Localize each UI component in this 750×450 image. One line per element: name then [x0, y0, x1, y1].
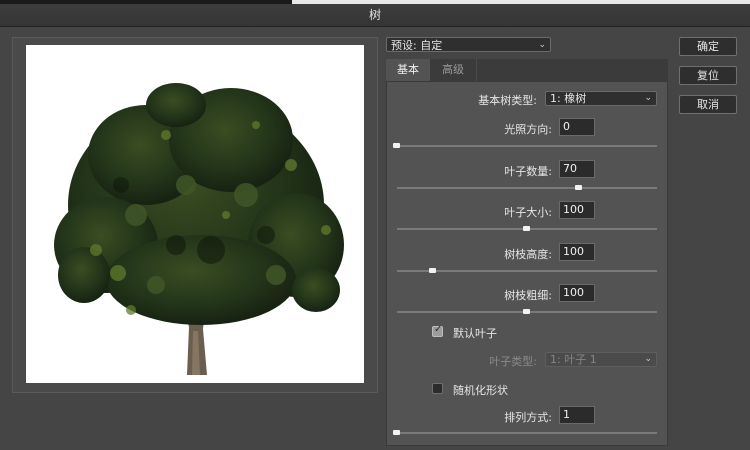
leaf-size-slider[interactable]: [397, 226, 657, 231]
cancel-button[interactable]: 取消: [679, 95, 737, 114]
arrangement-input[interactable]: 1: [559, 406, 595, 424]
leaf-size-label: 叶子大小:: [504, 206, 552, 219]
light-direction-label: 光照方向:: [504, 123, 552, 136]
branch-thickness-input[interactable]: 100: [559, 284, 595, 302]
branch-height-input[interactable]: 100: [559, 243, 595, 261]
tab-advanced[interactable]: 高级: [430, 59, 477, 81]
tree-dialog: 预设: 自定 ⌄ 基本 高级 基本树类型: 1: 橡树 ⌄ 光照方向: 0 叶子…: [0, 27, 750, 450]
chevron-down-icon: ⌄: [538, 40, 546, 50]
preset-dropdown[interactable]: 预设: 自定 ⌄: [386, 37, 551, 52]
tree-preview-image: [54, 83, 344, 375]
leaf-type-value: 1: 叶子 1: [550, 353, 597, 366]
arrangement-slider[interactable]: [393, 430, 657, 435]
basic-settings-panel: 基本树类型: 1: 橡树 ⌄ 光照方向: 0 叶子数量: 70 叶子大小: 10…: [386, 81, 668, 446]
chevron-down-icon: ⌄: [644, 93, 652, 103]
checkmark-icon: ✓: [434, 324, 443, 335]
leaf-count-label: 叶子数量:: [504, 165, 552, 178]
randomize-shape-checkbox[interactable]: [432, 383, 443, 394]
tab-basic[interactable]: 基本: [386, 59, 430, 81]
preset-label: 预设:: [391, 39, 417, 52]
reset-button[interactable]: 复位: [679, 66, 737, 85]
slider-thumb[interactable]: [393, 430, 400, 435]
tree-type-value: 1: 橡树: [550, 92, 587, 105]
randomize-shape-label: 随机化形状: [453, 384, 508, 397]
preview-canvas: [26, 45, 364, 383]
slider-thumb[interactable]: [523, 226, 530, 231]
tab-bar: 基本 高级: [386, 59, 668, 81]
window-title: 树: [0, 4, 750, 27]
chevron-down-icon: ⌄: [644, 354, 652, 364]
slider-thumb[interactable]: [523, 309, 530, 314]
leaf-count-slider[interactable]: [397, 185, 657, 190]
slider-thumb[interactable]: [393, 143, 400, 148]
leaf-type-dropdown[interactable]: 1: 叶子 1 ⌄: [545, 352, 657, 367]
leaf-count-input[interactable]: 70: [559, 160, 595, 178]
slider-thumb[interactable]: [429, 268, 437, 273]
preview-frame: [12, 37, 378, 393]
branch-height-label: 树枝高度:: [504, 248, 552, 261]
branch-thickness-slider[interactable]: [397, 309, 657, 314]
light-direction-input[interactable]: 0: [559, 118, 595, 136]
leaf-size-input[interactable]: 100: [559, 201, 595, 219]
preset-value: 自定: [420, 39, 443, 52]
arrangement-label: 排列方式:: [504, 411, 552, 424]
default-leaves-label: 默认叶子: [453, 327, 497, 340]
slider-thumb[interactable]: [575, 185, 582, 190]
leaf-type-label: 叶子类型:: [489, 355, 537, 368]
tree-type-label: 基本树类型:: [478, 94, 537, 107]
light-direction-slider[interactable]: [393, 143, 657, 148]
branch-height-slider[interactable]: [397, 268, 657, 273]
default-leaves-checkbox[interactable]: ✓: [432, 324, 443, 337]
branch-thickness-label: 树枝粗细:: [504, 289, 552, 302]
tree-type-dropdown[interactable]: 1: 橡树 ⌄: [545, 91, 657, 106]
ok-button[interactable]: 确定: [679, 37, 737, 56]
